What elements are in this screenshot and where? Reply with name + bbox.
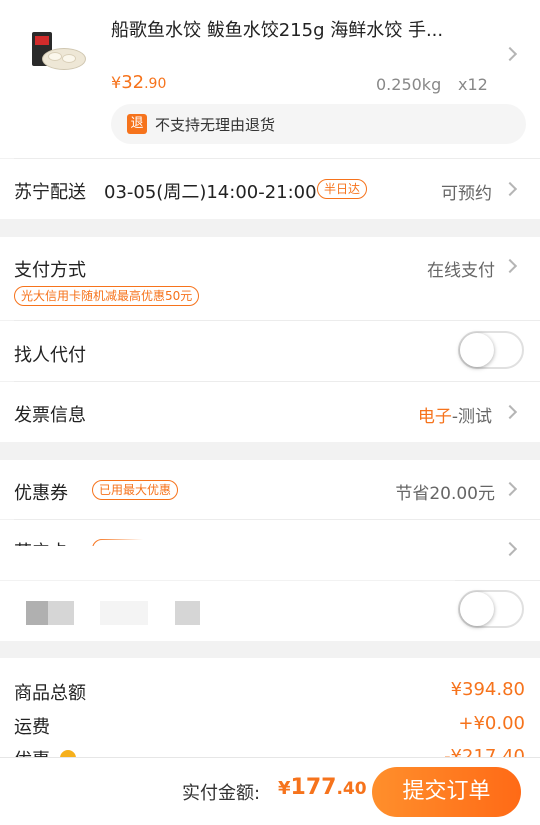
payment-method-value: 在线支付 [427, 261, 495, 281]
chevron-right-icon [502, 404, 518, 420]
redacted-block [26, 601, 48, 625]
redacted-block [175, 601, 200, 625]
invoice-value: 电子-测试 [418, 402, 492, 427]
coupon-savings: 节省20.00元 [395, 484, 495, 504]
pay-amount: ¥177.40 [278, 775, 367, 800]
redacted-toggle-row [0, 581, 540, 641]
payment-promo-badge: 光大信用卡随机减最高优惠50元 [14, 286, 200, 306]
submit-order-button[interactable]: 提交订单 [372, 767, 521, 817]
product-title: 船歌鱼水饺 鲅鱼水饺215g 海鲜水饺 手... [111, 20, 444, 41]
shipping-label: 运费 [14, 717, 50, 738]
proxy-pay-row: 找人代付 [0, 321, 540, 381]
discount-value: -¥217.40 [444, 746, 525, 757]
redacted-block [100, 601, 148, 625]
coupon-max-badge: 已用最大优惠 [92, 480, 179, 500]
delivery-label: 苏宁配送 [14, 182, 86, 203]
pay-amount-label: 实付金额: [182, 783, 261, 804]
product-quantity: x12 [458, 75, 488, 94]
invoice-label: 发票信息 [14, 405, 86, 426]
order-summary: 商品总额 ¥394.80 运费 +¥0.00 优惠 -¥217.40 [0, 658, 540, 757]
checkout-bar: 实付金额: ¥177.40 提交订单 [0, 757, 540, 825]
total-value: ¥394.80 [450, 679, 525, 700]
chevron-right-icon [502, 46, 518, 62]
payment-method-label: 支付方式 [14, 260, 86, 281]
product-weight: 0.250kg [376, 75, 442, 94]
delivery-status: 可预约 [441, 184, 492, 204]
chevron-right-icon [502, 481, 518, 497]
invoice-row[interactable]: 发票信息 电子-测试 [0, 382, 540, 442]
payment-method-row[interactable]: 支付方式 在线支付 光大信用卡随机减最高优惠50元 [0, 237, 540, 320]
chevron-right-icon [502, 258, 518, 274]
half-day-badge: 半日达 [317, 179, 368, 199]
product-thumbnail[interactable] [32, 28, 88, 72]
discount-label: 优惠 [14, 746, 50, 757]
return-policy-text: 不支持无理由退货 [155, 116, 276, 134]
redacted-toggle[interactable] [458, 590, 524, 628]
product-price: ¥32.90 [111, 72, 167, 93]
shipping-value: +¥0.00 [458, 713, 525, 734]
coupon-row[interactable]: 优惠券 已用最大优惠 节省20.00元 [0, 460, 540, 519]
proxy-pay-label: 找人代付 [14, 345, 86, 366]
invoice-title: -测试 [451, 407, 492, 427]
coupon-label: 优惠券 [14, 483, 68, 504]
total-label: 商品总额 [14, 683, 86, 704]
return-icon: 退 [127, 114, 147, 134]
proxy-pay-toggle[interactable] [458, 331, 524, 369]
delivery-row[interactable]: 苏宁配送 03-05(周二)14:00-21:00 半日达 可预约 [0, 159, 540, 219]
delivery-time: 03-05(周二)14:00-21:00 [104, 182, 317, 203]
invoice-type: 电子 [417, 407, 452, 427]
return-policy-notice: 退 不支持无理由退货 [111, 104, 526, 144]
suning-card-row[interactable]: 苏宁卡 [0, 520, 540, 580]
info-icon [60, 750, 76, 757]
chevron-right-icon [502, 181, 518, 197]
product-card[interactable]: 船歌鱼水饺 鲅鱼水饺215g 海鲜水饺 手... ¥32.90 0.250kg … [0, 0, 540, 158]
redacted-block [48, 601, 74, 625]
